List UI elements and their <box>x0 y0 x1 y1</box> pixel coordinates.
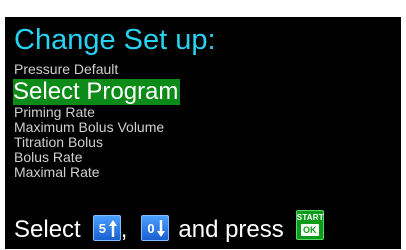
comma-text: , <box>120 216 128 243</box>
menu-item-titration-bolus[interactable]: Titration Bolus <box>14 135 180 150</box>
screen-title: Change Set up: <box>14 24 216 56</box>
select-text: Select <box>14 216 81 243</box>
down-key-digit: 0 <box>147 221 155 236</box>
menu-item-pressure-default[interactable]: Pressure Default <box>14 62 180 77</box>
pump-display-screen: Change Set up: Pressure Default Select P… <box>5 17 401 249</box>
menu-item-select-program[interactable]: Select Program <box>13 79 181 105</box>
down-key: 0 <box>141 215 170 241</box>
menu-item-maximum-bolus-volume[interactable]: Maximum Bolus Volume <box>14 120 180 135</box>
instruction-footer: Select 5 , 0 and press START OK <box>14 210 324 244</box>
menu-item-bolus-rate[interactable]: Bolus Rate <box>14 150 180 165</box>
up-key-digit: 5 <box>98 221 106 236</box>
setup-menu: Pressure Default Select Program Priming … <box>13 62 181 180</box>
ok-label: OK <box>300 224 319 236</box>
menu-item-maximal-rate[interactable]: Maximal Rate <box>14 165 180 180</box>
start-label: START <box>296 213 324 222</box>
up-key: 5 <box>92 215 121 241</box>
up-arrow-icon <box>108 220 117 237</box>
press-text: and press <box>178 216 284 243</box>
down-arrow-icon <box>157 220 166 237</box>
start-ok-key-icon: START OK <box>295 210 324 240</box>
menu-item-priming-rate[interactable]: Priming Rate <box>14 105 180 120</box>
